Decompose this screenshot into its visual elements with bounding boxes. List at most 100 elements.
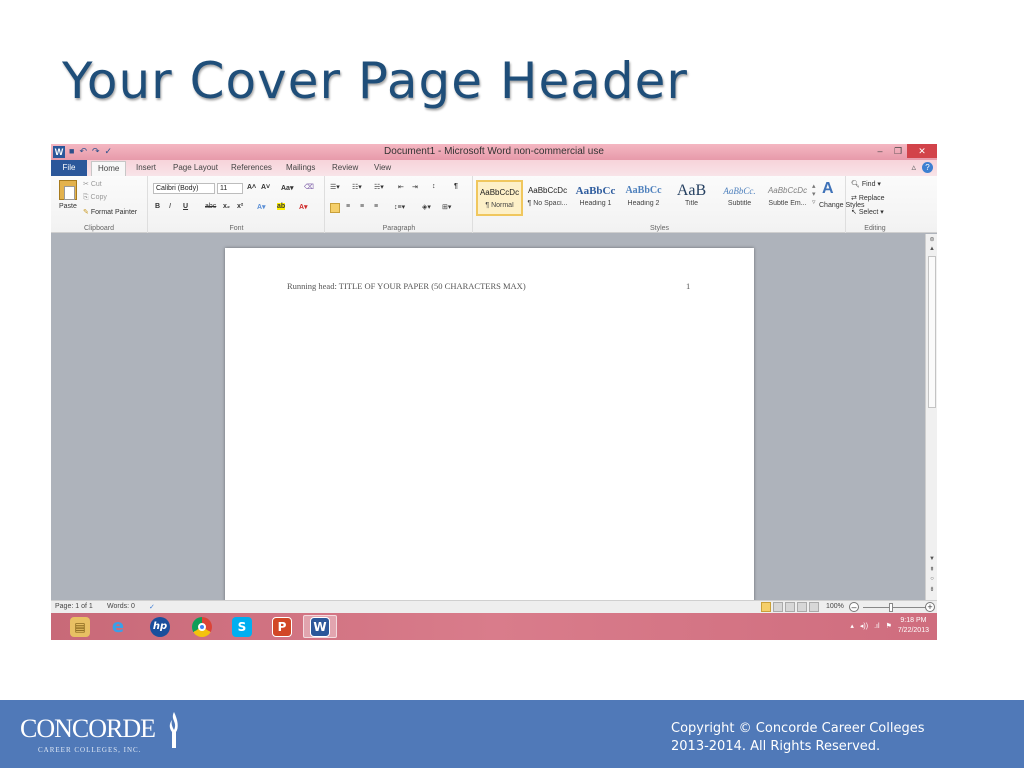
word-count-status[interactable]: Words: 0 xyxy=(107,603,135,610)
style-subtitle[interactable]: AaBbCc. Subtitle xyxy=(716,180,763,216)
style-title[interactable]: AaB Title xyxy=(668,180,715,216)
minimize-icon[interactable]: – xyxy=(871,144,889,158)
help-icon[interactable]: ? xyxy=(922,162,933,173)
font-size-select[interactable]: 11 xyxy=(217,183,243,194)
system-clock[interactable]: 9:18 PM 7/22/2013 xyxy=(898,616,929,636)
restore-icon[interactable]: ❐ xyxy=(889,144,907,158)
style-subtitle-label: Subtitle xyxy=(727,200,752,207)
style-heading-1-label: Heading 1 xyxy=(579,200,612,207)
volume-icon[interactable]: ◂)) xyxy=(860,622,868,630)
tab-page-layout[interactable]: Page Layout xyxy=(173,163,218,172)
window-controls: – ❐ ✕ xyxy=(871,144,937,158)
taskbar-hp[interactable]: hp xyxy=(143,615,177,638)
grow-font-icon[interactable]: A˄ xyxy=(247,184,256,191)
find-button[interactable]: 🔍︎ Find ▾ xyxy=(851,180,881,188)
scroll-up-icon[interactable]: ▲ xyxy=(926,246,937,252)
align-center-icon[interactable]: ≡ xyxy=(346,203,350,210)
taskbar-word[interactable]: W xyxy=(303,615,337,638)
style-subtle-emphasis[interactable]: AaBbCcDc Subtle Em... xyxy=(764,180,811,216)
highlight-icon[interactable]: ab xyxy=(277,203,286,210)
chrome-icon xyxy=(192,616,212,637)
font-name-select[interactable]: Calibri (Body) xyxy=(153,183,215,194)
shrink-font-icon[interactable]: A˅ xyxy=(261,184,270,191)
tab-home[interactable]: Home xyxy=(91,161,127,176)
zoom-in-icon[interactable]: + xyxy=(925,602,935,612)
taskbar-powerpoint[interactable]: P xyxy=(265,615,299,638)
taskbar-skype[interactable]: S xyxy=(225,615,259,638)
scrollbar-thumb[interactable] xyxy=(928,256,936,408)
tab-mailings[interactable]: Mailings xyxy=(286,163,315,172)
tab-view[interactable]: View xyxy=(374,163,391,172)
page-number-text[interactable]: 1 xyxy=(686,281,690,291)
styles-scroll-icon[interactable]: ▴ ▾ ▿ xyxy=(812,182,816,206)
justify-icon[interactable]: ≡ xyxy=(374,203,378,210)
tab-file[interactable]: File xyxy=(51,160,87,176)
numbering-icon[interactable]: ☷▾ xyxy=(352,183,362,191)
align-right-icon[interactable]: ≡ xyxy=(360,203,364,210)
zoom-slider-thumb[interactable] xyxy=(889,603,893,612)
ruler-toggle-icon[interactable]: ⊜ xyxy=(926,236,937,243)
next-page-icon[interactable]: ⇟ xyxy=(926,586,937,593)
borders-icon[interactable]: ⊞▾ xyxy=(442,203,451,211)
browse-object-icon[interactable]: ○ xyxy=(926,576,937,582)
print-layout-view-icon[interactable] xyxy=(761,602,771,612)
vertical-scrollbar[interactable]: ⊜ ▲ ▼ ⇞ ○ ⇟ xyxy=(925,234,937,600)
bullets-icon[interactable]: ☰▾ xyxy=(330,183,340,191)
zoom-level[interactable]: 100% xyxy=(826,603,844,610)
page-count-status[interactable]: Page: 1 of 1 xyxy=(55,603,93,610)
show-formatting-icon[interactable]: ¶ xyxy=(454,183,458,190)
copy-button[interactable]: ⎘ Copy xyxy=(83,194,107,202)
previous-page-icon[interactable]: ⇞ xyxy=(926,566,937,573)
sort-icon[interactable]: ↕ xyxy=(432,183,436,190)
increase-indent-icon[interactable]: ⇥ xyxy=(412,183,418,191)
paste-icon[interactable] xyxy=(59,180,77,200)
draft-view-icon[interactable] xyxy=(809,602,819,612)
close-icon[interactable]: ✕ xyxy=(907,144,937,158)
replace-icon: ⇄ xyxy=(851,195,857,202)
align-left-icon[interactable] xyxy=(330,203,340,213)
line-spacing-icon[interactable]: ↕≡▾ xyxy=(394,203,405,211)
change-case-icon[interactable]: Aa▾ xyxy=(281,184,293,192)
style-no-spacing[interactable]: AaBbCcDc ¶ No Spaci... xyxy=(524,180,571,216)
scroll-down-icon[interactable]: ▼ xyxy=(926,556,937,562)
subscript-icon[interactable]: x₂ xyxy=(223,203,230,210)
format-painter-button[interactable]: ✎ Format Painter xyxy=(83,208,137,216)
zoom-out-icon[interactable]: – xyxy=(849,602,859,612)
zoom-slider-track[interactable] xyxy=(863,607,927,608)
show-hidden-icons-icon[interactable]: ▴ xyxy=(850,622,854,630)
bold-icon[interactable]: B xyxy=(155,203,160,210)
superscript-icon[interactable]: x² xyxy=(237,203,243,210)
taskbar-internet-explorer[interactable]: e xyxy=(101,615,135,638)
signal-icon[interactable]: .ıl xyxy=(874,623,879,630)
style-normal[interactable]: AaBbCcDc ¶ Normal xyxy=(476,180,523,216)
text-effects-icon[interactable]: A▾ xyxy=(257,203,266,211)
web-layout-view-icon[interactable] xyxy=(785,602,795,612)
multilevel-list-icon[interactable]: ☵▾ xyxy=(374,183,384,191)
document-page[interactable]: Running head: TITLE OF YOUR PAPER (50 CH… xyxy=(225,248,754,602)
style-heading-2[interactable]: AaBbCc Heading 2 xyxy=(620,180,667,216)
italic-icon[interactable]: I xyxy=(169,203,171,210)
network-icon[interactable]: ⚑ xyxy=(886,622,892,630)
strikethrough-icon[interactable]: abc xyxy=(205,203,216,210)
full-screen-view-icon[interactable] xyxy=(773,602,783,612)
change-styles-icon[interactable]: A xyxy=(822,180,834,198)
tab-insert[interactable]: Insert xyxy=(136,163,156,172)
paste-button[interactable]: Paste xyxy=(59,203,77,210)
select-button[interactable]: ↖ Select ▾ xyxy=(851,208,884,216)
tab-references[interactable]: References xyxy=(231,163,272,172)
decrease-indent-icon[interactable]: ⇤ xyxy=(398,183,404,191)
proofing-icon[interactable]: ✓ xyxy=(149,603,155,611)
taskbar-explorer[interactable]: ▤ xyxy=(63,615,97,638)
minimize-ribbon-icon[interactable]: ▵ xyxy=(911,162,916,173)
taskbar-chrome[interactable] xyxy=(185,615,219,638)
outline-view-icon[interactable] xyxy=(797,602,807,612)
tab-review[interactable]: Review xyxy=(332,163,358,172)
underline-icon[interactable]: U xyxy=(183,203,188,210)
cut-button[interactable]: ✂ Cut xyxy=(83,180,102,188)
font-color-icon[interactable]: A▾ xyxy=(299,203,308,211)
clear-formatting-icon[interactable]: ⌫ xyxy=(304,183,314,191)
shading-icon[interactable]: ◈▾ xyxy=(422,203,431,211)
replace-button[interactable]: ⇄ Replace xyxy=(851,194,885,202)
running-head-text[interactable]: Running head: TITLE OF YOUR PAPER (50 CH… xyxy=(287,281,526,291)
style-heading-1[interactable]: AaBbCc Heading 1 xyxy=(572,180,619,216)
